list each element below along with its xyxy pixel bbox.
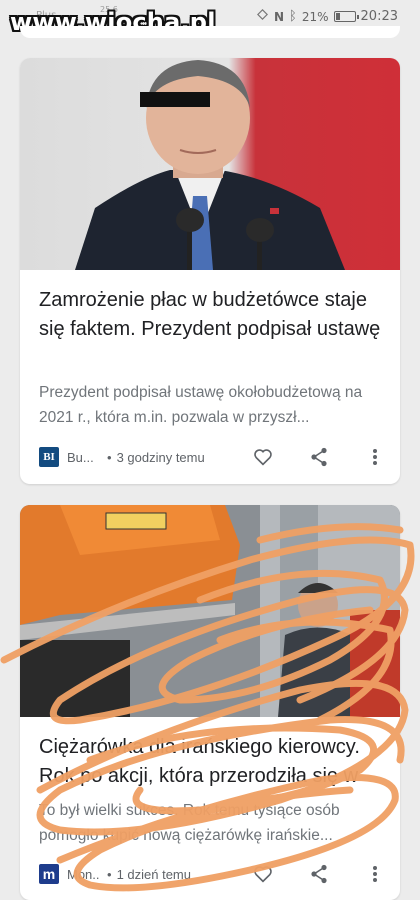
article-meta: BI Bu... • 3 godziny temu [39,446,386,468]
previous-card-edge [20,26,400,38]
source-logo: m [39,864,59,884]
article-snippet: To był wielki sukces. Rok temu tysiące o… [39,802,340,844]
nfc-icon: N [274,9,285,24]
article-image[interactable] [20,58,400,270]
article-headline[interactable]: Zamrożenie płac w budżetówce staje się f… [39,286,384,344]
heart-icon[interactable] [252,446,274,468]
article-meta: m Mon... • 1 dzień temu [39,863,386,885]
article-snippet: Prezydent podpisał ustawę okołobudżetową… [39,384,363,426]
article-age: 1 dzień temu [116,866,191,882]
heart-icon[interactable] [252,863,274,885]
article-age: 3 godziny temu [116,449,205,465]
source-name[interactable]: Mon... [67,867,99,882]
separator-dot: • [107,449,112,465]
battery-percent: 21% [301,9,329,24]
bluetooth-icon: ᛒ [289,9,297,24]
source-name[interactable]: Bu... [67,450,99,465]
source-logo: BI [39,447,59,467]
more-vert-icon[interactable] [364,446,386,468]
more-vert-icon[interactable] [364,863,386,885]
share-icon[interactable] [308,863,330,885]
separator-dot: • [107,866,112,882]
news-card[interactable]: Ciężarówka dla irańskiego kierowcy. Rok … [20,505,400,900]
status-icons: N ᛒ 21% 20:23 [256,8,398,25]
share-icon[interactable] [308,446,330,468]
article-headline[interactable]: Ciężarówka dla irańskiego kierowcy. Rok … [39,733,384,791]
battery-icon [333,11,359,22]
alarm-icon [256,8,269,25]
article-image[interactable] [20,505,400,717]
clock: 20:23 [360,9,398,24]
news-card[interactable]: Zamrożenie płac w budżetówce staje się f… [20,58,400,484]
